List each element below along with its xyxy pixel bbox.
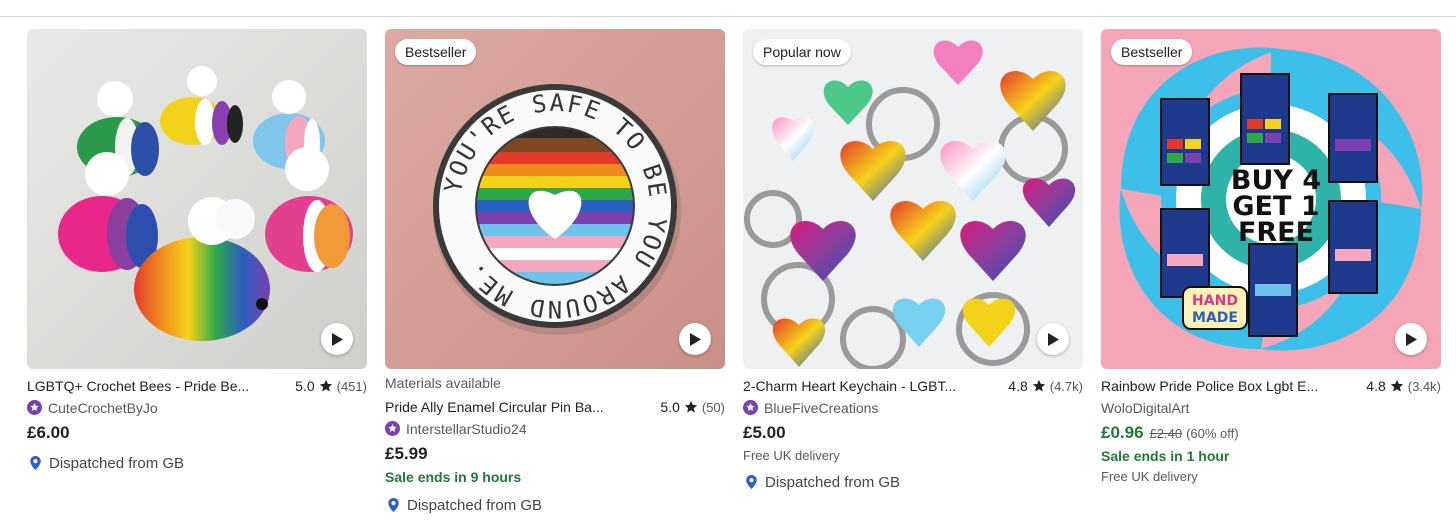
- rating: 4.8 (3.4k): [1366, 378, 1441, 394]
- listing-image[interactable]: [27, 29, 367, 369]
- location-pin-icon: [30, 456, 41, 470]
- dispatch-text: Dispatched from GB: [407, 496, 543, 514]
- review-count: (451): [336, 378, 367, 394]
- crochet-bees-image: [27, 29, 367, 369]
- rating: 5.0 (451): [295, 378, 367, 394]
- listing-card-4[interactable]: BUY 4 GET 1 FREE HAND MADE Bestseller Ra…: [1101, 29, 1441, 485]
- listing-image[interactable]: Popular now: [743, 29, 1083, 369]
- materials-note: Materials available: [385, 375, 501, 391]
- listing-card-3[interactable]: Popular now 2-Charm Heart Keychain - LGB…: [743, 29, 1083, 492]
- play-video-button[interactable]: [1395, 323, 1427, 355]
- sale-ends: Sale ends in 1 hour: [1101, 448, 1230, 464]
- rating-value: 4.8: [1366, 378, 1386, 394]
- shop-row[interactable]: InterstellarStudio24: [385, 419, 725, 438]
- shop-row[interactable]: BlueFiveCreations: [743, 398, 1083, 417]
- play-icon: [1406, 332, 1417, 346]
- top-divider: [0, 16, 1456, 17]
- popular-now-badge: Popular now: [753, 39, 851, 65]
- dispatch-info: Dispatched from GB: [743, 472, 1083, 492]
- heart-keychain-image: [743, 29, 1083, 369]
- bestseller-badge: Bestseller: [395, 39, 477, 65]
- star-seller-icon: [743, 400, 758, 415]
- star-icon: [684, 400, 697, 413]
- play-video-button[interactable]: [321, 323, 353, 355]
- dispatch-text: Dispatched from GB: [49, 454, 185, 472]
- promo-line-3: FREE: [1238, 217, 1314, 248]
- listing-title[interactable]: LGBTQ+ Crochet Bees - Pride Be...: [27, 378, 295, 394]
- title-row: LGBTQ+ Crochet Bees - Pride Be... 5.0 (4…: [27, 376, 367, 396]
- handmade-line-2: MADE: [1192, 310, 1238, 326]
- shop-row[interactable]: CuteCrochetByJo: [27, 398, 367, 417]
- listing-title[interactable]: Pride Ally Enamel Circular Pin Ba...: [385, 399, 660, 415]
- listing-image[interactable]: BUY 4 GET 1 FREE HAND MADE Bestseller: [1101, 29, 1441, 369]
- original-price: £2.40: [1149, 426, 1183, 441]
- play-video-button[interactable]: [679, 323, 711, 355]
- price: £6.00: [27, 423, 70, 442]
- star-icon: [1032, 379, 1045, 392]
- sale-ends: Sale ends in 9 hours: [385, 469, 522, 485]
- review-count: (50): [701, 399, 725, 415]
- price: £5.00: [743, 423, 786, 442]
- listing-card-2[interactable]: YOU'RE SAFE TO BE YOU AROUND ME. Bestsel…: [385, 29, 725, 515]
- dispatch-info: Dispatched from GB: [27, 453, 367, 473]
- review-count: (4.7k): [1049, 378, 1083, 394]
- shop-name: CuteCrochetByJo: [48, 399, 158, 416]
- star-seller-icon: [27, 400, 42, 415]
- rating-value: 4.8: [1008, 378, 1028, 394]
- police-box-image: BUY 4 GET 1 FREE HAND MADE: [1101, 29, 1441, 369]
- free-delivery: Free UK delivery: [743, 448, 840, 463]
- free-delivery: Free UK delivery: [1101, 469, 1198, 484]
- play-icon: [690, 332, 701, 346]
- title-row: Pride Ally Enamel Circular Pin Ba... 5.0…: [385, 397, 725, 417]
- location-pin-icon: [388, 498, 399, 512]
- title-row: Rainbow Pride Police Box Lgbt E... 4.8 (…: [1101, 376, 1441, 396]
- listing-title[interactable]: Rainbow Pride Police Box Lgbt E...: [1101, 378, 1366, 394]
- price-row: £0.96 £2.40 (60% off): [1101, 423, 1441, 445]
- rating: 5.0 (50): [660, 399, 725, 415]
- title-row: 2-Charm Heart Keychain - LGBT... 4.8 (4.…: [743, 376, 1083, 396]
- rating: 4.8 (4.7k): [1008, 378, 1083, 394]
- dispatch-info: Dispatched from GB: [385, 495, 725, 515]
- location-pin-icon: [746, 475, 757, 489]
- play-video-button[interactable]: [1037, 323, 1069, 355]
- shop-name: BlueFiveCreations: [764, 399, 879, 416]
- dispatch-text: Dispatched from GB: [765, 473, 901, 491]
- discount: (60% off): [1186, 426, 1239, 441]
- shop-name: InterstellarStudio24: [406, 420, 527, 437]
- enamel-pin-image: YOU'RE SAFE TO BE YOU AROUND ME.: [385, 29, 725, 369]
- star-icon: [1390, 379, 1403, 392]
- rating-value: 5.0: [660, 399, 680, 415]
- listing-title[interactable]: 2-Charm Heart Keychain - LGBT...: [743, 378, 1008, 394]
- sale-price: £0.96: [1101, 423, 1144, 442]
- listing-card-1[interactable]: LGBTQ+ Crochet Bees - Pride Be... 5.0 (4…: [27, 29, 367, 473]
- rating-value: 5.0: [295, 378, 315, 394]
- review-count: (3.4k): [1407, 378, 1441, 394]
- listing-image[interactable]: YOU'RE SAFE TO BE YOU AROUND ME. Bestsel…: [385, 29, 725, 369]
- star-seller-icon: [385, 421, 400, 436]
- shop-row[interactable]: WoloDigitalArt: [1101, 398, 1441, 417]
- play-icon: [332, 332, 343, 346]
- shop-name: WoloDigitalArt: [1101, 399, 1190, 416]
- handmade-line-1: HAND: [1192, 293, 1238, 309]
- star-icon: [319, 379, 332, 392]
- price: £5.99: [385, 444, 428, 463]
- bestseller-badge: Bestseller: [1111, 39, 1193, 65]
- play-icon: [1048, 332, 1059, 346]
